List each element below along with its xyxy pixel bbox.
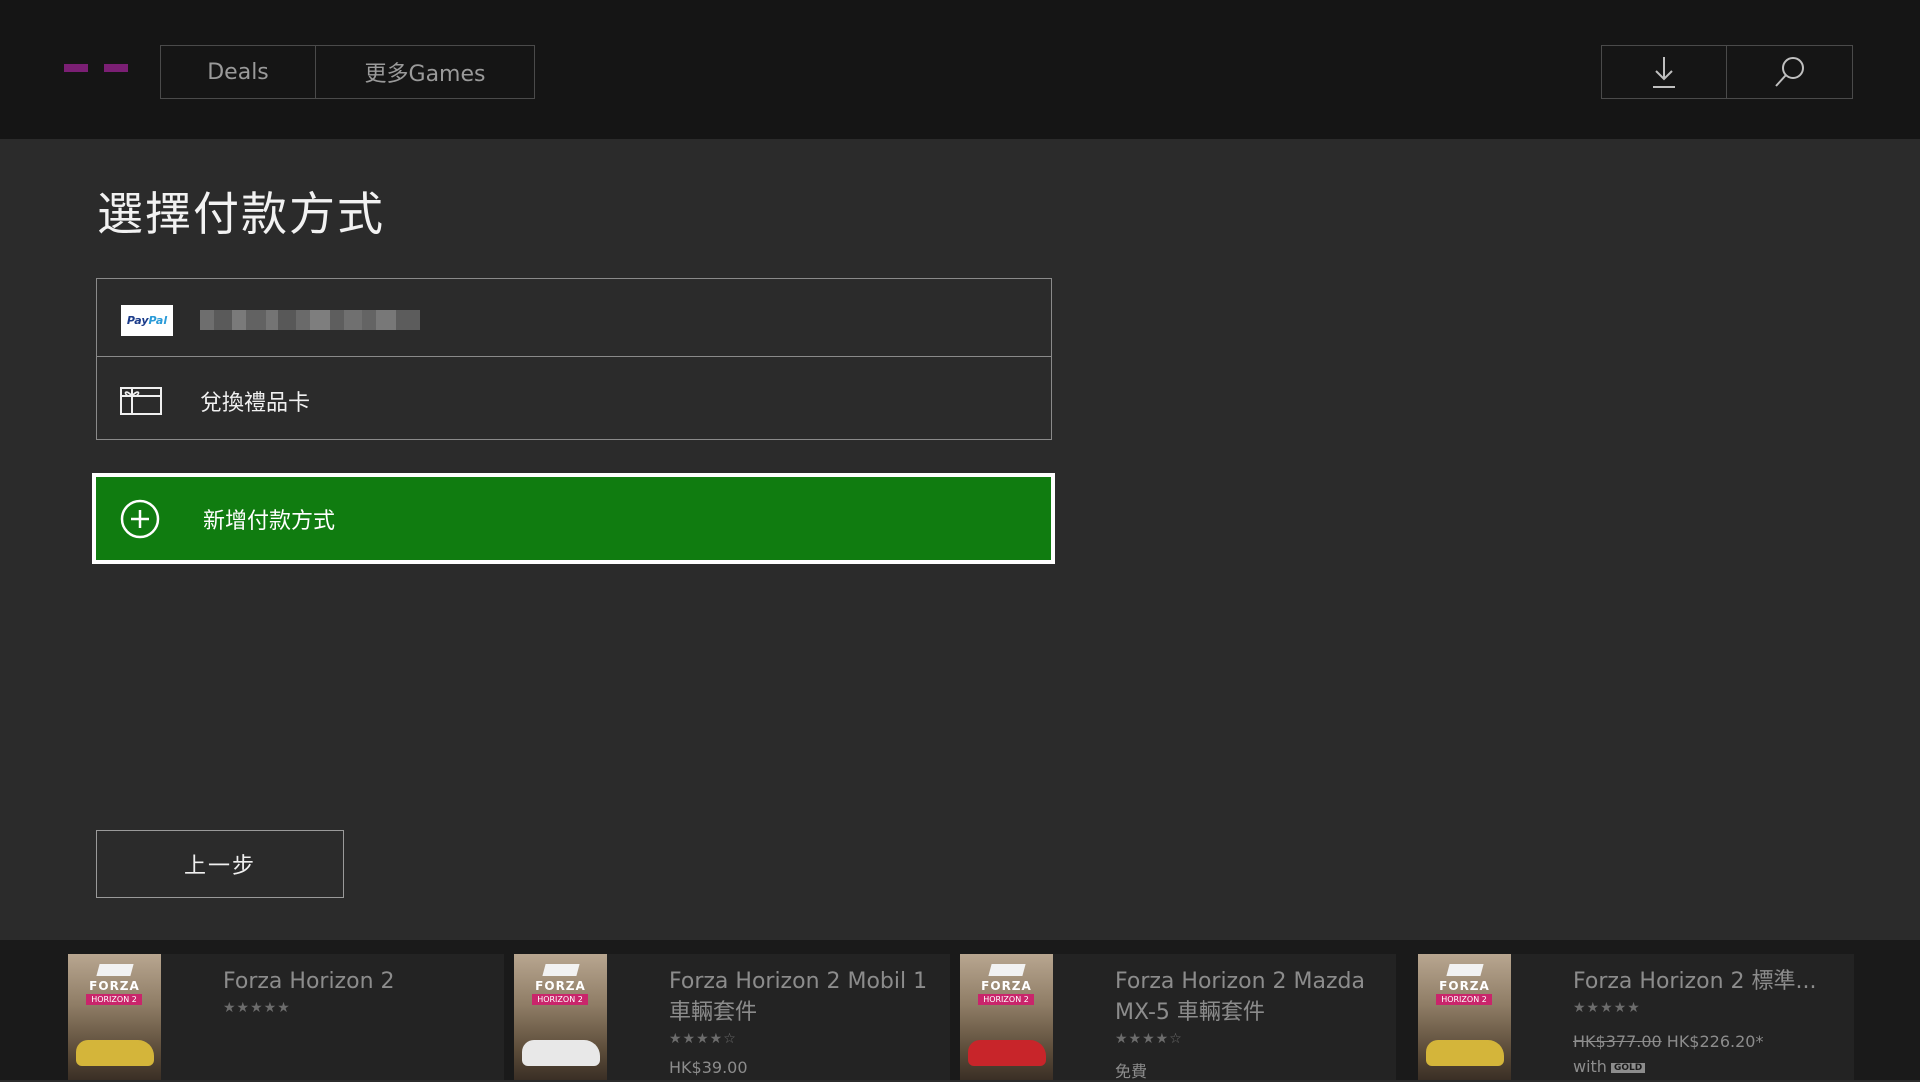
rating-stars: ★★★★★ [223,1000,291,1016]
rating-stars: ★★★★☆ [1115,1031,1183,1047]
payment-method-list: PayPal 兌換禮品卡 [96,278,1052,440]
rating-stars: ★★★★☆ [669,1031,737,1047]
paypal-logo: PayPal [121,305,173,336]
game-cover-image: FORZA HORIZON 2 [960,954,1053,1080]
gold-price-note: with GOLD [1573,1057,1646,1076]
page-title: 選擇付款方式 [97,187,385,241]
search-button[interactable] [1727,46,1852,98]
related-item-title: Forza Horizon 2 Mazda MX-5 車輛套件 [1115,969,1365,1025]
price: HK$377.00 HK$226.20* [1573,1032,1763,1051]
related-item-title: Forza Horizon 2 [223,969,395,994]
payment-option-paypal[interactable]: PayPal [97,279,1051,357]
related-item-card[interactable]: FORZA HORIZON 2 Forza Horizon 2 ★★★★★ [68,954,504,1080]
sale-price: HK$226.20* [1666,1032,1764,1051]
related-item-card[interactable]: FORZA HORIZON 2 Forza Horizon 2 標準... ★★… [1418,954,1854,1080]
price: 免費 [1115,1062,1148,1081]
rating-stars: ★★★★★ [1573,1000,1641,1016]
related-item-card[interactable]: FORZA HORIZON 2 Forza Horizon 2 Mobil 1 … [514,954,950,1080]
related-item-title: Forza Horizon 2 Mobil 1 車輛套件 [669,969,928,1025]
download-button[interactable] [1602,46,1727,98]
related-item-title: Forza Horizon 2 標準... [1573,969,1817,994]
related-item-card[interactable]: FORZA HORIZON 2 Forza Horizon 2 Mazda MX… [960,954,1396,1081]
back-button[interactable]: 上一步 [96,830,344,898]
original-price: HK$377.00 [1573,1032,1662,1051]
search-icon [1774,57,1804,87]
store-logo [64,64,128,72]
download-icon [1653,57,1675,88]
top-bar: Deals 更多Games [0,0,1920,139]
game-cover-image: FORZA HORIZON 2 [514,954,607,1080]
payment-option-gift-card[interactable]: 兌換禮品卡 [97,357,1051,439]
tab-more-games[interactable]: 更多Games [316,46,534,98]
top-actions [1601,45,1853,99]
tab-deals[interactable]: Deals [161,46,316,98]
gift-card-icon [120,387,162,415]
game-cover-image: FORZA HORIZON 2 [68,954,161,1080]
plus-circle-icon [120,499,160,539]
paypal-account-redacted [200,310,420,330]
game-cover-image: FORZA HORIZON 2 [1418,954,1511,1080]
nav-tabs: Deals 更多Games [160,45,535,99]
gift-card-label: 兌換禮品卡 [200,391,311,416]
gold-badge: GOLD [1610,1062,1646,1073]
add-payment-method-button[interactable]: 新增付款方式 [92,473,1055,564]
add-payment-method-label: 新增付款方式 [203,509,336,534]
price: HK$39.00 [669,1058,748,1077]
